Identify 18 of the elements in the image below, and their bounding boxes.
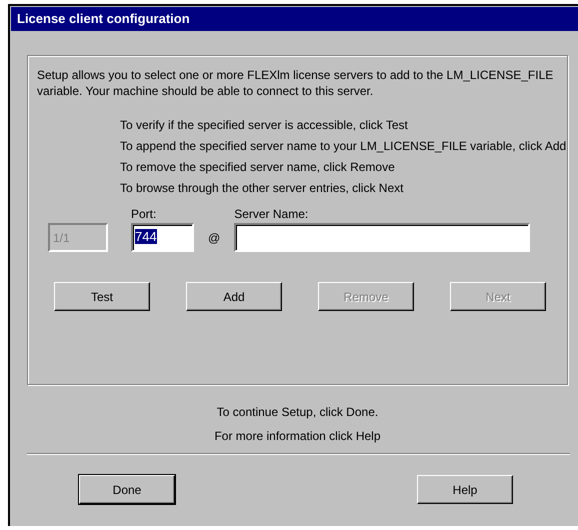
instruction-text: To remove the specified server name, click Remove: [120, 161, 396, 174]
port-field[interactable]: 744: [131, 223, 194, 252]
counter-field: 1/1: [48, 223, 108, 252]
port-label: Port:: [131, 207, 158, 221]
window-title: License client configuration: [11, 7, 578, 31]
intro-text: Setup allows you to select one or more FLEXlm license servers to add to the LM_LICENSE_FILE variable. Your machine should be able to connect to this server.: [37, 67, 554, 99]
instruction-text: To verify if the specified server is accessible, click Test: [120, 119, 409, 132]
action-button[interactable]: Add: [186, 282, 282, 311]
dialog-button[interactable]: Done: [79, 475, 175, 504]
hint-text: To continue Setup, click Done.: [216, 405, 380, 419]
action-button[interactable]: Test: [54, 282, 150, 311]
server-name-label: Server Name:: [234, 207, 310, 221]
instruction-text: To append the specified server name to your LM_LICENSE_FILE variable, click Add: [120, 140, 567, 153]
server-name-field[interactable]: [234, 223, 530, 252]
at-sign: @: [208, 230, 220, 247]
dialog-button[interactable]: Help: [417, 475, 513, 504]
hint-text: For more information click Help: [213, 429, 382, 443]
instruction-text: To browse through the other server entries, click Next: [120, 182, 404, 195]
